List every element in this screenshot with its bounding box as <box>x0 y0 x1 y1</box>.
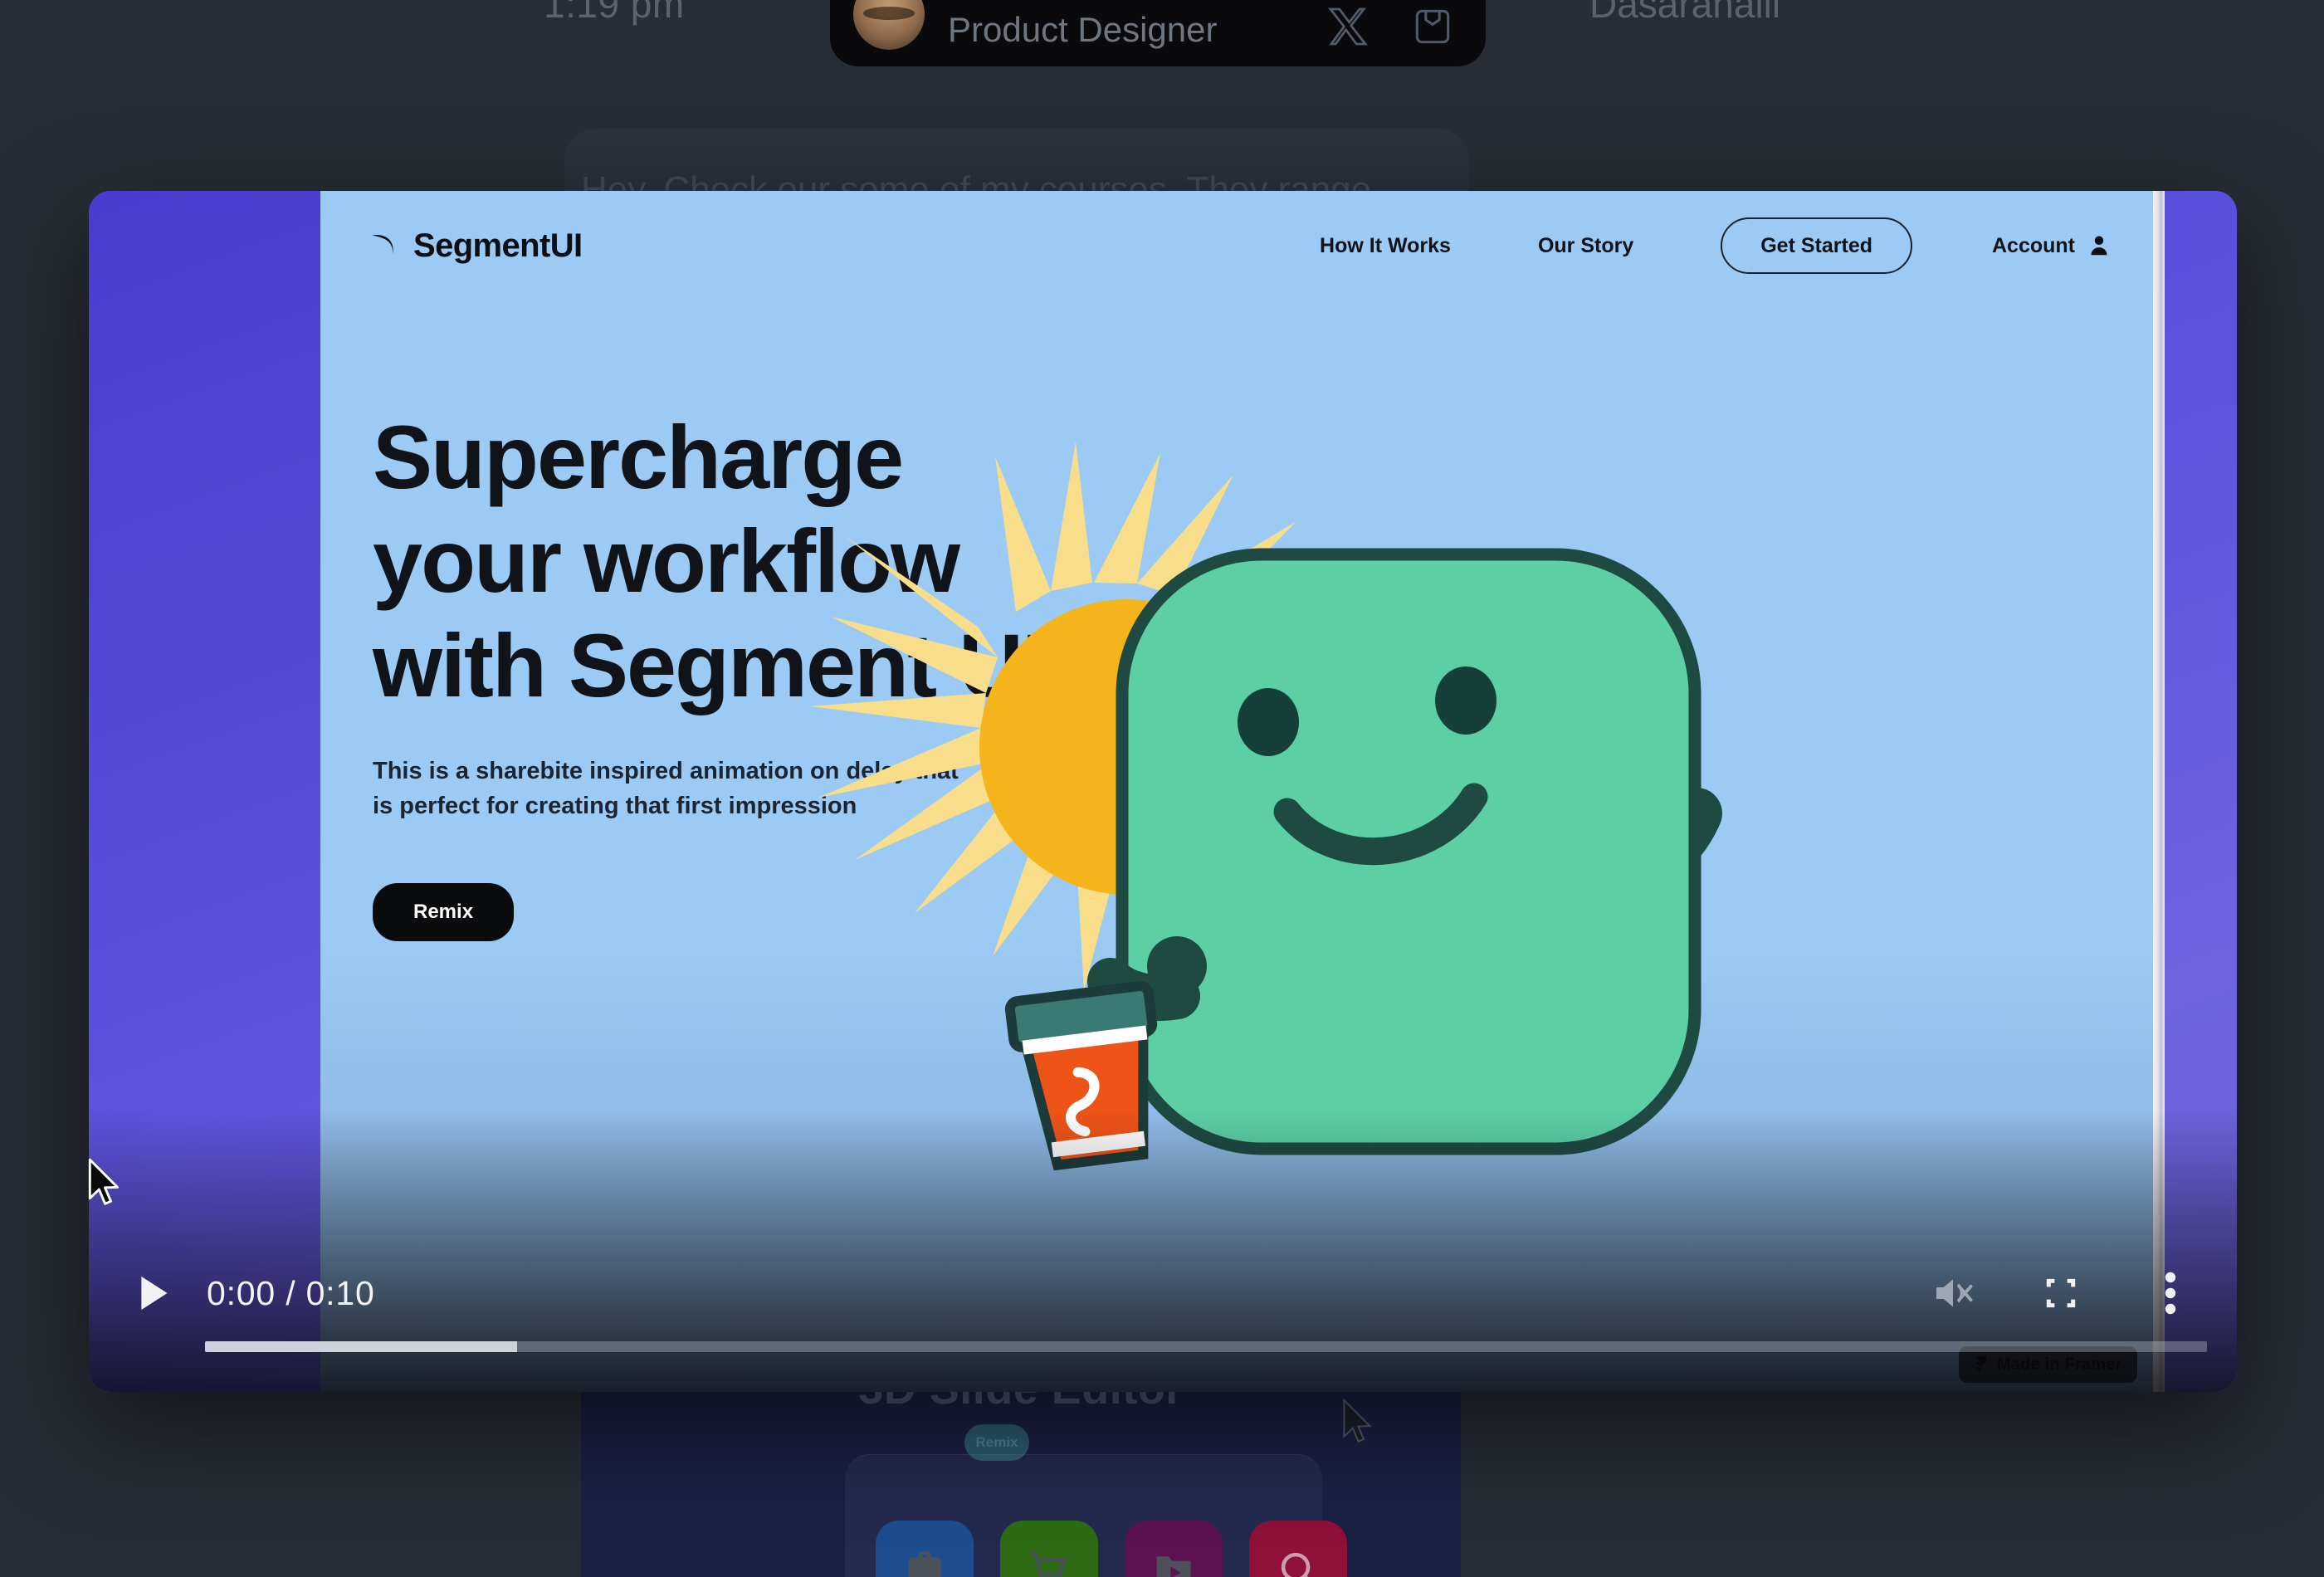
background-time: 1:19 pm <box>544 0 685 26</box>
progress-buffer <box>205 1341 518 1352</box>
search-icon[interactable] <box>1249 1521 1347 1577</box>
play-icon[interactable] <box>122 1262 185 1325</box>
fullscreen-icon[interactable] <box>2029 1262 2092 1325</box>
video-modal[interactable]: SegmentUI How It Works Our Story Get Sta… <box>89 191 2237 1392</box>
background-cursor <box>1340 1399 1376 1447</box>
mail-icon[interactable] <box>1409 3 1456 50</box>
progress-bar[interactable] <box>205 1341 2207 1352</box>
briefcase-icon[interactable] <box>876 1521 974 1577</box>
nav-link-how-it-works[interactable]: How It Works <box>1320 234 1451 258</box>
background-lower-page: 3D Slide Editor Remix <box>581 1361 1461 1577</box>
coffee-cup-icon <box>1004 980 1158 1171</box>
x-twitter-icon[interactable] <box>1325 3 1371 50</box>
mouse-cursor <box>85 1158 124 1209</box>
brand-name: SegmentUI <box>413 227 583 264</box>
lower-app-icon-row <box>876 1521 1347 1577</box>
character-eye-right <box>1435 666 1496 735</box>
profile-role: Product Designer <box>948 10 1218 49</box>
character-hand <box>1147 936 1207 996</box>
more-vertical-icon[interactable] <box>2139 1262 2202 1325</box>
control-row: 0:00 / 0:10 <box>122 1257 2205 1329</box>
volume-muted-icon[interactable] <box>1923 1262 1986 1325</box>
account-label: Account <box>1992 233 2075 257</box>
crescent-logo-icon <box>367 228 402 263</box>
video-controls: 0:00 / 0:10 <box>89 1234 2237 1392</box>
get-started-button[interactable]: Get Started <box>1721 217 1912 274</box>
time-display: 0:00 / 0:10 <box>207 1273 375 1312</box>
account-menu[interactable]: Account <box>1992 233 2112 258</box>
site-navbar: SegmentUI How It Works Our Story Get Sta… <box>320 191 2153 300</box>
character-eye-left <box>1238 688 1299 756</box>
screen: 1:19 pm Dasarahalli Product Designer Hey… <box>0 0 2324 1577</box>
hero-illustration <box>802 365 1781 1212</box>
person-icon <box>2087 233 2112 258</box>
brand[interactable]: SegmentUI <box>367 227 583 265</box>
remix-button[interactable]: Remix <box>373 882 515 941</box>
shopping-cart-icon[interactable] <box>1000 1521 1098 1577</box>
nav-link-our-story[interactable]: Our Story <box>1538 234 1633 258</box>
page-scrollbar[interactable] <box>2153 191 2165 1392</box>
video-frame[interactable]: SegmentUI How It Works Our Story Get Sta… <box>320 191 2153 1392</box>
background-location: Dasarahalli <box>1589 0 1781 26</box>
avatar <box>853 0 925 50</box>
background-profile-card[interactable]: Product Designer <box>830 0 1486 66</box>
video-folder-icon[interactable] <box>1125 1521 1223 1577</box>
